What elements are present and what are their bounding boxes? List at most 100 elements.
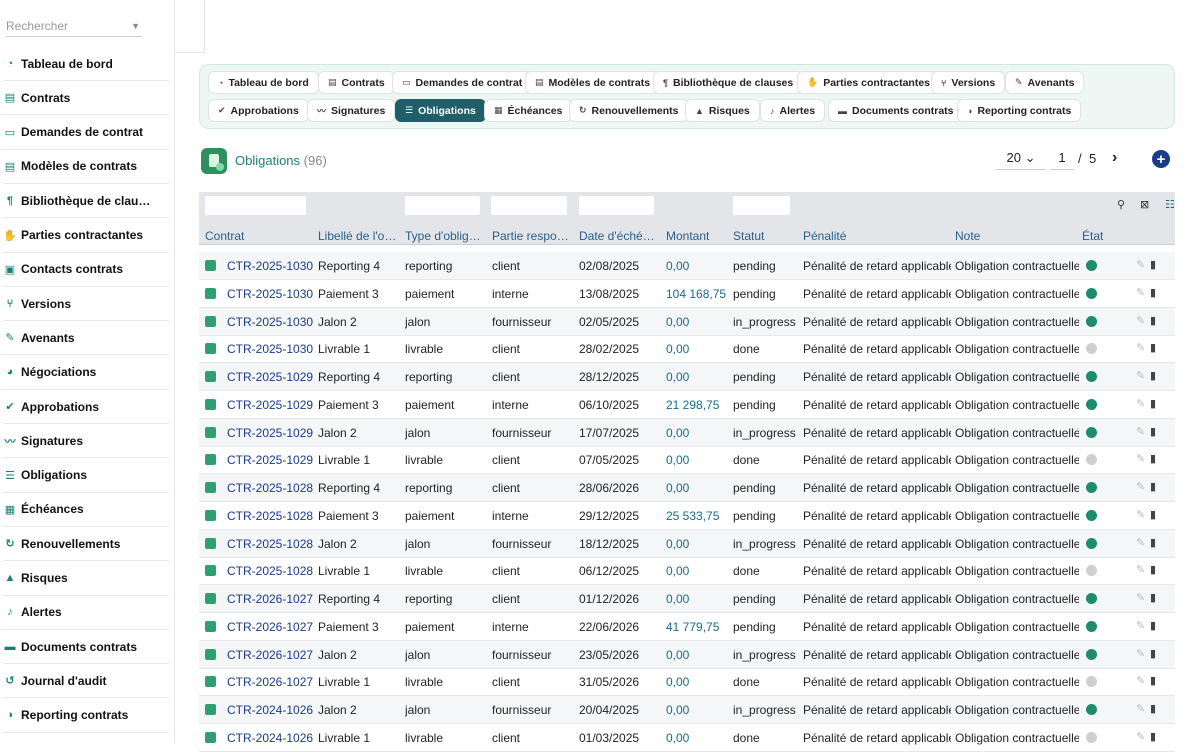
table-row[interactable]: CTR-2025-1028 Paiement 3 paiement interne 29… [199, 502, 1175, 530]
page-size-select[interactable]: 20 ⌄ [996, 146, 1046, 170]
column-header[interactable]: Contrat [205, 229, 313, 243]
contract-link[interactable]: CTR-2025-1028 [227, 564, 315, 578]
contract-link[interactable]: CTR-2025-1030 [227, 287, 315, 301]
contract-link[interactable]: CTR-2026-1027 [227, 648, 315, 662]
table-row[interactable]: CTR-2026-1027 Paiement 3 paiement interne 22… [199, 613, 1175, 641]
open-record-icon[interactable] [205, 315, 216, 327]
filter-date-input[interactable] [579, 196, 654, 215]
edit-icon[interactable]: ✎ [1136, 730, 1145, 743]
tab[interactable]: ♪ Alertes [760, 99, 826, 122]
edit-icon[interactable]: ✎ [1136, 702, 1145, 715]
tab[interactable]: ▬ Documents contrats [828, 99, 964, 122]
sidebar-item[interactable]: ◑ Reporting contrats [3, 699, 169, 733]
delete-icon[interactable]: ▮ [1150, 619, 1156, 632]
edit-icon[interactable]: ✎ [1136, 480, 1145, 493]
tab[interactable]: ✎ Avenants [1005, 71, 1085, 94]
table-row[interactable]: CTR-2025-1028 Livrable 1 livrable client 06/… [199, 557, 1175, 586]
open-record-icon[interactable] [205, 509, 216, 521]
column-header[interactable]: Date d'éché… [579, 229, 661, 243]
tab[interactable]: ¶ Bibliothèque de clauses [653, 71, 804, 94]
open-record-icon[interactable] [205, 593, 216, 604]
column-header[interactable]: Montant [666, 229, 728, 243]
delete-icon[interactable]: ▮ [1150, 536, 1156, 549]
open-record-icon[interactable] [205, 343, 216, 355]
table-row[interactable]: CTR-2025-1030 Livrable 1 livrable client 28/… [199, 335, 1175, 364]
filter-partie-input[interactable] [491, 196, 567, 215]
delete-icon[interactable]: ▮ [1150, 647, 1156, 660]
sidebar-item[interactable]: ✎ Avenants [3, 321, 169, 356]
table-row[interactable]: CTR-2026-1027 Livrable 1 livrable client 31/… [199, 668, 1175, 697]
add-obligation-button[interactable]: + [1152, 150, 1170, 168]
delete-icon[interactable]: ▮ [1150, 674, 1156, 687]
edit-icon[interactable]: ✎ [1136, 508, 1145, 521]
sidebar-item[interactable]: ▭ Demandes de contrat [3, 116, 169, 150]
column-header[interactable]: Pénalité [803, 229, 951, 243]
delete-icon[interactable]: ▮ [1150, 702, 1156, 715]
tab[interactable]: ▦ Échéances [484, 99, 573, 122]
search-select[interactable]: Rechercher ▼ [6, 16, 142, 37]
tab[interactable]: ▲ Risques [685, 99, 760, 122]
open-record-icon[interactable] [205, 565, 216, 577]
sidebar-item[interactable]: ✔ Approbations [3, 390, 169, 424]
contract-link[interactable]: CTR-2025-1028 [227, 509, 315, 523]
sidebar-item[interactable]: ▲ Risques [3, 562, 169, 596]
delete-icon[interactable]: ▮ [1150, 508, 1156, 521]
contract-link[interactable]: CTR-2026-1027 [227, 620, 315, 634]
contract-link[interactable]: CTR-2025-1030 [227, 315, 315, 329]
edit-icon[interactable]: ✎ [1136, 369, 1145, 382]
sidebar-item[interactable]: ▤ Contrats [3, 81, 169, 116]
tab[interactable]: ✋ Parties contractantes [797, 71, 941, 94]
filter-contrat-input[interactable] [205, 196, 306, 215]
open-record-icon[interactable] [205, 704, 216, 715]
table-row[interactable]: CTR-2026-1027 Jalon 2 jalon fournisseur 23/0… [199, 640, 1175, 669]
tab[interactable]: ⑂ Versions [931, 71, 1006, 94]
tab[interactable]: ◑ Reporting contrats [957, 99, 1082, 122]
open-record-icon[interactable] [205, 426, 216, 438]
tab[interactable]: ↻ Renouvellements [569, 99, 689, 122]
open-record-icon[interactable] [205, 537, 216, 549]
contract-link[interactable]: CTR-2025-1028 [227, 537, 315, 551]
sidebar-item[interactable]: ▬ Documents contrats [3, 630, 169, 665]
contract-link[interactable]: CTR-2025-1030 [227, 342, 315, 356]
clear-filter-icon[interactable]: ⊠ [1140, 198, 1149, 211]
table-row[interactable]: CTR-2025-1029 Livrable 1 livrable client 07/… [199, 446, 1175, 475]
open-record-icon[interactable] [205, 454, 216, 466]
edit-icon[interactable]: ✎ [1136, 314, 1145, 327]
open-record-icon[interactable] [205, 260, 216, 271]
contract-link[interactable]: CTR-2026-1027 [227, 592, 315, 606]
sidebar-item[interactable]: ▣ Contacts contrats [3, 253, 169, 287]
page-number-input[interactable]: 1 [1050, 146, 1074, 170]
sidebar-item[interactable]: 〰 Signatures [3, 424, 169, 459]
table-row[interactable]: CTR-2025-1028 Reporting 4 reporting client 2… [199, 474, 1175, 502]
column-header[interactable]: Partie respo… [492, 229, 574, 243]
edit-icon[interactable]: ✎ [1136, 536, 1145, 549]
sidebar-item[interactable]: ♪ Alertes [3, 596, 169, 630]
table-row[interactable]: CTR-2025-1030 Paiement 3 paiement interne 13… [199, 280, 1175, 308]
delete-icon[interactable]: ▮ [1150, 425, 1156, 438]
sidebar-item[interactable]: ▤ Modèles de contrats [3, 150, 169, 184]
open-record-icon[interactable] [205, 371, 216, 382]
delete-icon[interactable]: ▮ [1150, 397, 1156, 410]
columns-icon[interactable]: ☷ [1165, 198, 1175, 211]
table-row[interactable]: CTR-2025-1030 Jalon 2 jalon fournisseur 02/0… [199, 307, 1175, 336]
tab[interactable]: ▤ Modèles de contrats [525, 71, 661, 94]
edit-icon[interactable]: ✎ [1136, 425, 1145, 438]
contract-link[interactable]: CTR-2026-1027 [227, 675, 315, 689]
delete-icon[interactable]: ▮ [1150, 730, 1156, 743]
open-record-icon[interactable] [205, 731, 216, 743]
edit-icon[interactable]: ✎ [1136, 452, 1145, 465]
sidebar-item[interactable]: ⑂ Versions [3, 287, 169, 322]
delete-icon[interactable]: ▮ [1150, 314, 1156, 327]
open-record-icon[interactable] [205, 482, 216, 493]
search-icon[interactable]: ⚲ [1117, 198, 1125, 211]
sidebar-item[interactable]: ↺ Journal d'audit [3, 664, 169, 699]
sidebar-item[interactable]: ◕ Négociations [3, 356, 169, 390]
filter-type-input[interactable] [405, 196, 480, 215]
column-header[interactable]: Statut [733, 229, 799, 243]
edit-icon[interactable]: ✎ [1136, 619, 1145, 632]
contract-link[interactable]: CTR-2025-1029 [227, 453, 315, 467]
next-page-icon[interactable]: › [1112, 146, 1117, 170]
sidebar-item[interactable]: ✋ Parties contractantes [3, 219, 169, 253]
column-header[interactable]: Note [955, 229, 1079, 243]
column-header[interactable]: Type d'oblig… [405, 229, 487, 243]
